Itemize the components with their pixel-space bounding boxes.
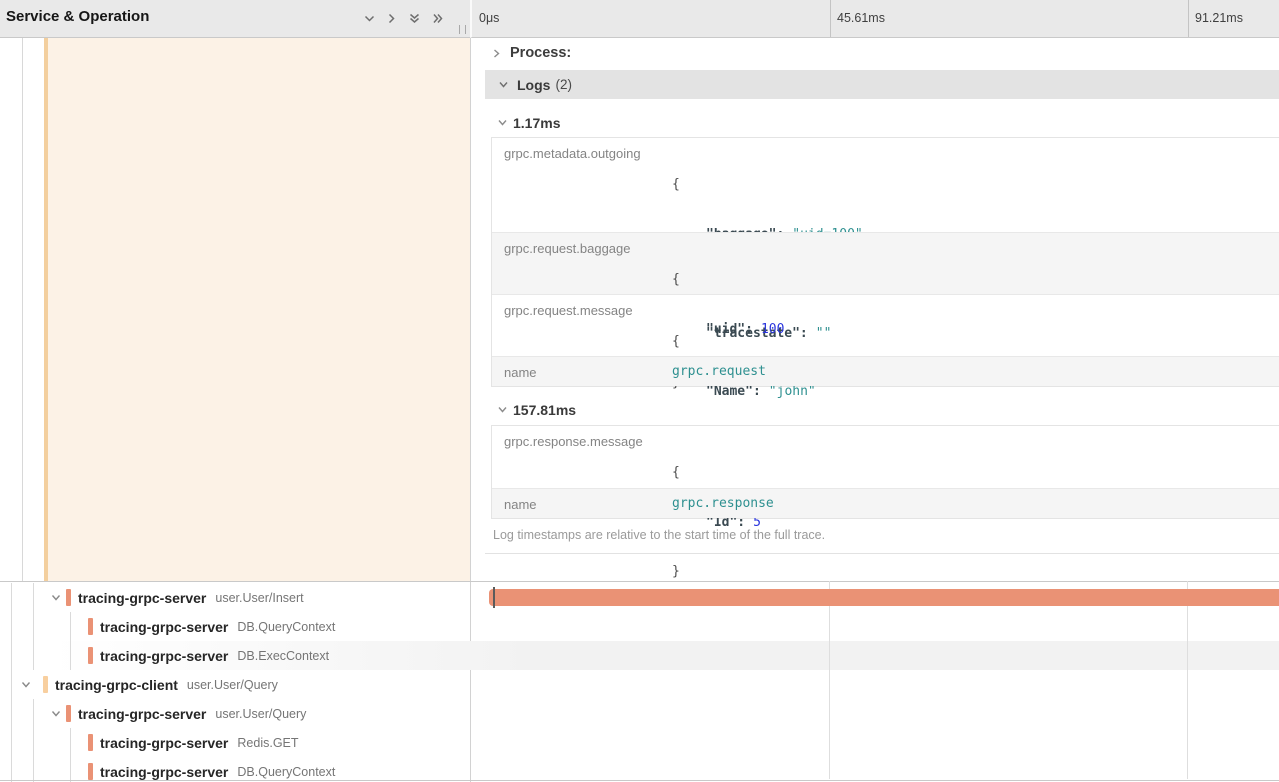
field-value-code: grpc.response xyxy=(672,496,774,511)
column-resizer-grip[interactable] xyxy=(459,25,466,34)
span-detail-panel: Process: Logs (2) 1.17ms grpc.metadata.o… xyxy=(471,38,1279,581)
field-key: name xyxy=(504,497,537,512)
selected-span-highlight xyxy=(44,38,470,581)
log-fields-table: grpc.metadata.outgoing { "baggage":"uid=… xyxy=(491,137,1279,387)
log-entry-toggle[interactable]: 157.81ms xyxy=(485,395,576,424)
field-key: grpc.metadata.outgoing xyxy=(504,146,641,161)
span-row-server-query[interactable]: tracing-grpc-server user.User/Query xyxy=(0,699,470,728)
service-name: tracing-grpc-server xyxy=(100,735,228,751)
logs-count: (2) xyxy=(555,77,572,92)
ruler-label-0: 0μs xyxy=(479,11,499,25)
timeline-ruler: 0μs 45.61ms 91.21ms xyxy=(470,0,1279,38)
logs-section-toggle[interactable]: Logs (2) xyxy=(485,70,1279,99)
chevron-right-icon xyxy=(491,48,502,59)
service-color-bar xyxy=(88,734,93,751)
operation-name: DB.QueryContext xyxy=(237,765,335,779)
span-timeline xyxy=(471,581,1279,781)
field-key: name xyxy=(504,365,537,380)
operation-name: user.User/Query xyxy=(187,678,278,692)
bottom-border xyxy=(0,780,1279,781)
process-section-label: Process: xyxy=(510,45,571,61)
span-duration-bar[interactable] xyxy=(489,589,1279,606)
log-entry-toggle[interactable]: 1.17ms xyxy=(485,108,560,137)
service-operation-title: Service & Operation xyxy=(6,8,149,25)
table-row: grpc.request.baggage { "uid":100 } xyxy=(492,232,1279,294)
service-name: tracing-grpc-server xyxy=(100,619,228,635)
ruler-tick-line xyxy=(1188,0,1189,37)
ruler-label-2: 91.21ms xyxy=(1195,11,1243,25)
logs-section-label: Logs xyxy=(517,77,550,93)
ruler-label-1: 45.61ms xyxy=(837,11,885,25)
table-row: name grpc.response xyxy=(492,488,1279,518)
service-color-bar xyxy=(88,647,93,664)
span-tree: tracing-grpc-server user.User/Insert trac… xyxy=(0,582,470,782)
chevron-down-icon xyxy=(497,117,508,128)
table-row: name grpc.request xyxy=(492,356,1279,386)
selected-span-left-strip xyxy=(0,38,470,581)
span-row-redis-get[interactable]: tracing-grpc-server Redis.GET xyxy=(0,728,470,757)
chevron-down-icon xyxy=(497,404,508,415)
span-row-user-insert[interactable]: tracing-grpc-server user.User/Insert xyxy=(0,583,470,612)
logs-section-border xyxy=(485,553,1279,554)
timeline-grid-line xyxy=(829,581,830,779)
ruler-tick-line xyxy=(830,0,831,37)
chevron-down-icon[interactable] xyxy=(50,708,62,719)
service-color-bar xyxy=(66,705,71,722)
tree-indent-guide xyxy=(22,38,23,581)
service-name: tracing-grpc-server xyxy=(100,648,228,664)
field-key: grpc.request.baggage xyxy=(504,241,630,256)
collapse-controls xyxy=(363,12,446,25)
service-color-bar xyxy=(66,589,71,606)
span-row-db-querycontext[interactable]: tracing-grpc-server DB.QueryContext xyxy=(0,612,470,641)
log-fields-table: grpc.response.message { "Id":5 } name gr… xyxy=(491,425,1279,519)
field-key: grpc.response.message xyxy=(504,434,643,449)
service-name: tracing-grpc-server xyxy=(78,590,206,606)
service-name: tracing-grpc-client xyxy=(55,677,178,693)
timeline-grid-line xyxy=(1187,581,1188,779)
service-operation-header: Service & Operation xyxy=(0,0,470,38)
operation-name: DB.QueryContext xyxy=(237,620,335,634)
chevron-down-icon[interactable] xyxy=(20,679,32,690)
chevron-down-icon xyxy=(498,79,509,90)
table-row: grpc.metadata.outgoing { "baggage":"uid=… xyxy=(492,138,1279,232)
chevron-down-icon[interactable] xyxy=(50,592,62,603)
span-row-db-execcontext[interactable]: tracing-grpc-server DB.ExecContext xyxy=(0,641,470,670)
table-row: grpc.request.message { "Name":"john" } xyxy=(492,294,1279,356)
service-color-bar xyxy=(88,618,93,635)
service-color-bar xyxy=(88,763,93,780)
log-timestamp: 1.17ms xyxy=(513,115,560,131)
field-key: grpc.request.message xyxy=(504,303,633,318)
span-row-db-querycontext-2[interactable]: tracing-grpc-server DB.QueryContext xyxy=(0,757,470,782)
expand-one-icon[interactable] xyxy=(385,12,398,25)
service-color-bar xyxy=(43,676,48,693)
operation-name: user.User/Query xyxy=(215,707,306,721)
log-timestamp: 157.81ms xyxy=(513,402,576,418)
operation-name: Redis.GET xyxy=(237,736,298,750)
expand-all-icon[interactable] xyxy=(431,12,446,25)
logs-note: Log timestamps are relative to the start… xyxy=(493,528,825,542)
table-row: grpc.response.message { "Id":5 } xyxy=(492,426,1279,488)
trace-view: Service & Operation 0μs 45.61ms 91.21ms … xyxy=(0,0,1279,782)
span-row-client-query[interactable]: tracing-grpc-client user.User/Query xyxy=(0,670,470,699)
collapse-one-icon[interactable] xyxy=(363,12,376,25)
collapse-all-icon[interactable] xyxy=(407,12,422,25)
field-value-code: grpc.request xyxy=(672,364,766,379)
operation-name: DB.ExecContext xyxy=(237,649,329,663)
process-section-toggle[interactable]: Process: xyxy=(491,43,571,63)
span-start-tick xyxy=(493,587,495,608)
service-name: tracing-grpc-server xyxy=(78,706,206,722)
operation-name: user.User/Insert xyxy=(215,591,303,605)
service-name: tracing-grpc-server xyxy=(100,764,228,780)
